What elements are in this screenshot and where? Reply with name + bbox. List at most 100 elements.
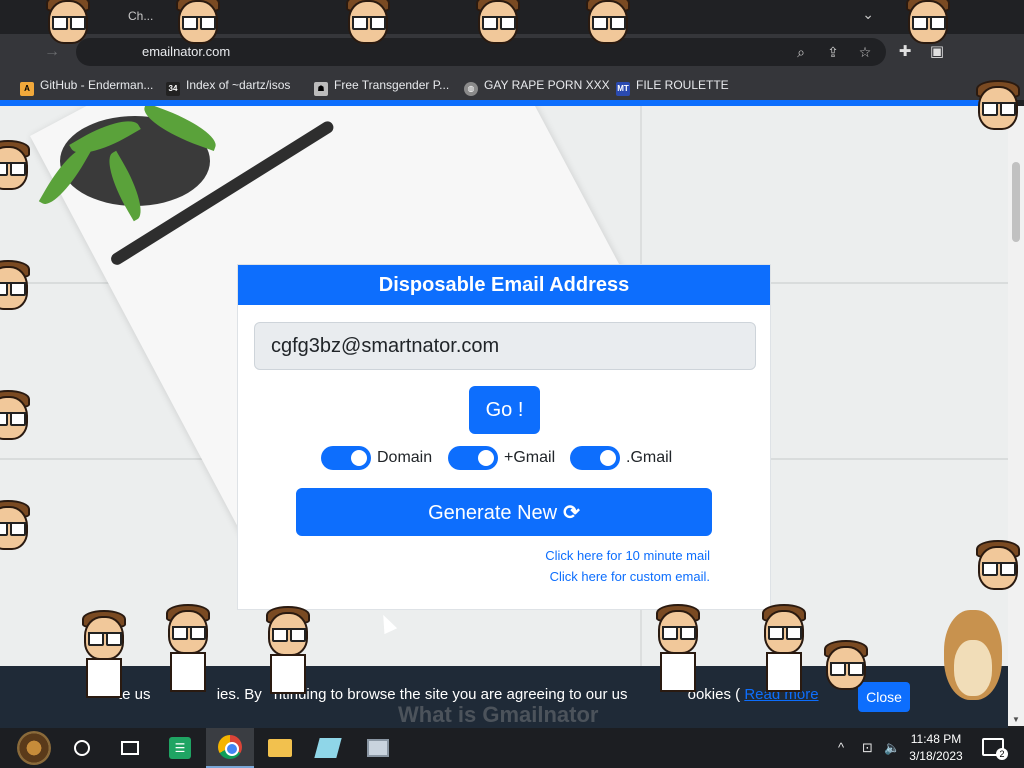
bookmark-free-p[interactable]: ☗ Free Transgender P... [314,76,450,96]
go-button[interactable]: Go ! [469,386,540,434]
share-icon[interactable]: ⇪ [824,43,842,61]
bookmark-label: GitHub - Enderman... [40,78,154,92]
cartoon-head-image [900,0,956,54]
cartoon-figure-image [260,606,316,694]
search-button[interactable] [58,728,106,768]
chrome-icon [218,735,242,759]
cartoon-glasses [52,16,86,30]
search-circle-icon [74,740,90,756]
section-heading-behind: What is Gmailnator [398,702,599,727]
search-icon[interactable]: ⌕ [792,43,810,61]
system-clock[interactable]: 11:48 PM 3/18/2023 [906,731,966,765]
domain-switch[interactable] [321,446,371,470]
cartoon-glasses [662,626,696,640]
taskbar-sheets[interactable]: ☰ [156,728,204,768]
bookmark-dartz[interactable]: 34 Index of ~dartz/isos [166,76,291,96]
roulette-icon: MT [616,82,630,96]
toggle-label: .Gmail [626,449,673,466]
cartoon-glasses [830,662,864,676]
generate-new-label: Generate New [428,501,558,524]
ten-minute-mail-link[interactable]: Click here for 10 minute mail [545,548,710,563]
cartoon-glasses [0,412,26,426]
disposable-email-card: Disposable Email Address Go ! Domain +Gm… [237,264,771,610]
email-address-field[interactable] [254,322,756,370]
start-button[interactable] [10,728,58,768]
cartoon-glasses [592,16,626,30]
cartoon-glasses [88,632,122,646]
cartoon-head-image [0,500,36,560]
start-orb-icon [17,731,51,765]
page-scrollbar[interactable]: ▼ [1008,106,1024,726]
cartoon-head-image [0,140,36,200]
notification-center-button[interactable]: 2 [982,738,1008,760]
cartoon-head-image [470,0,526,54]
refresh-icon: ⟳ [563,501,580,524]
windows-taskbar: ☰ ^ ⊡ 🔈 11:48 PM 3/18/2023 2 [0,728,1024,768]
cartoon-shirt [86,658,122,698]
task-view-button[interactable] [106,728,154,768]
toggle-dot-gmail[interactable]: .Gmail [570,446,672,470]
cartoon-glasses [982,102,1016,116]
cartoon-glasses [0,282,26,296]
taskbar-app-monitor[interactable] [354,728,402,768]
taskbar-app-glass[interactable] [304,728,352,768]
task-view-icon [121,741,139,755]
star-icon[interactable]: ☆ [856,43,874,61]
toggle-domain[interactable]: Domain [321,446,432,470]
bookmark-label: Free Transgender P... [334,78,450,92]
bookmark-label: FILE ROULETTE [636,78,729,92]
network-icon[interactable]: ⊡ [862,740,873,756]
site-icon: ☗ [314,82,328,96]
cartoon-head-image [0,390,36,450]
cartoon-head-image [970,80,1024,140]
cartoon-shirt [170,652,206,692]
switch-knob [478,450,494,466]
clock-time: 11:48 PM [910,732,962,746]
toggle-label: +Gmail [504,449,556,466]
volume-icon[interactable]: 🔈 [884,740,900,756]
cartoon-glasses [982,562,1016,576]
clock-date: 3/18/2023 [909,749,963,763]
dartz-icon: 34 [166,82,180,96]
cartoon-figure-image [160,604,216,692]
tab-search-chevron-icon[interactable]: ⌄ [862,6,874,23]
generate-new-button[interactable]: Generate New ⟳ [296,488,712,536]
bookmark-github[interactable]: A GitHub - Enderman... [20,76,154,96]
cartoon-head-image [40,0,96,54]
scroll-down-arrow-icon[interactable]: ▼ [1012,715,1020,724]
bookmark-label: Index of ~dartz/isos [186,78,291,92]
bookmarks-bar: A GitHub - Enderman... 34 Index of ~dartz/… [0,70,1024,100]
glass-app-icon [314,738,342,758]
cartoon-glasses [482,16,516,30]
plus-gmail-switch[interactable] [448,446,498,470]
monitor-app-icon [367,739,389,757]
bookmark-globe[interactable]: ◍ GAY RAPE PORN XXX [464,76,610,96]
cartoon-figure-image [818,640,874,700]
dot-gmail-switch[interactable] [570,446,620,470]
cartoon-shirt [660,652,696,692]
toggle-plus-gmail[interactable]: +Gmail [448,446,555,470]
notification-count: 2 [996,748,1008,760]
toggle-label: Domain [377,449,433,466]
cartoon-head-image [0,260,36,320]
cartoon-glasses [0,162,26,176]
scrollbar-thumb[interactable] [1012,162,1020,242]
cartoon-shirt [270,654,306,694]
cookie-text-part: ies. By [216,686,262,703]
cookie-text-part: ntinuing to browse the site you are agre… [273,686,628,703]
show-hidden-icons-chevron-icon[interactable]: ^ [838,740,844,755]
cookie-message: te us ies. By ntinuing to browse the sit… [118,686,819,703]
taskbar-chrome[interactable] [206,728,254,768]
taskbar-file-explorer[interactable] [256,728,304,768]
cartoon-figure-image [756,604,812,692]
cartoon-head-image [580,0,636,54]
cartoon-head-image [340,0,396,54]
custom-email-link[interactable]: Click here for custom email. [550,569,710,584]
globe-icon: ◍ [464,82,478,96]
cartoon-head-image [970,540,1024,600]
cartoon-figure-image [76,610,132,698]
bookmark-file-roulette[interactable]: MT FILE ROULETTE [616,76,729,96]
cartoon-glasses [912,16,946,30]
bookmark-label: GAY RAPE PORN XXX [484,78,610,92]
switch-knob [351,450,367,466]
